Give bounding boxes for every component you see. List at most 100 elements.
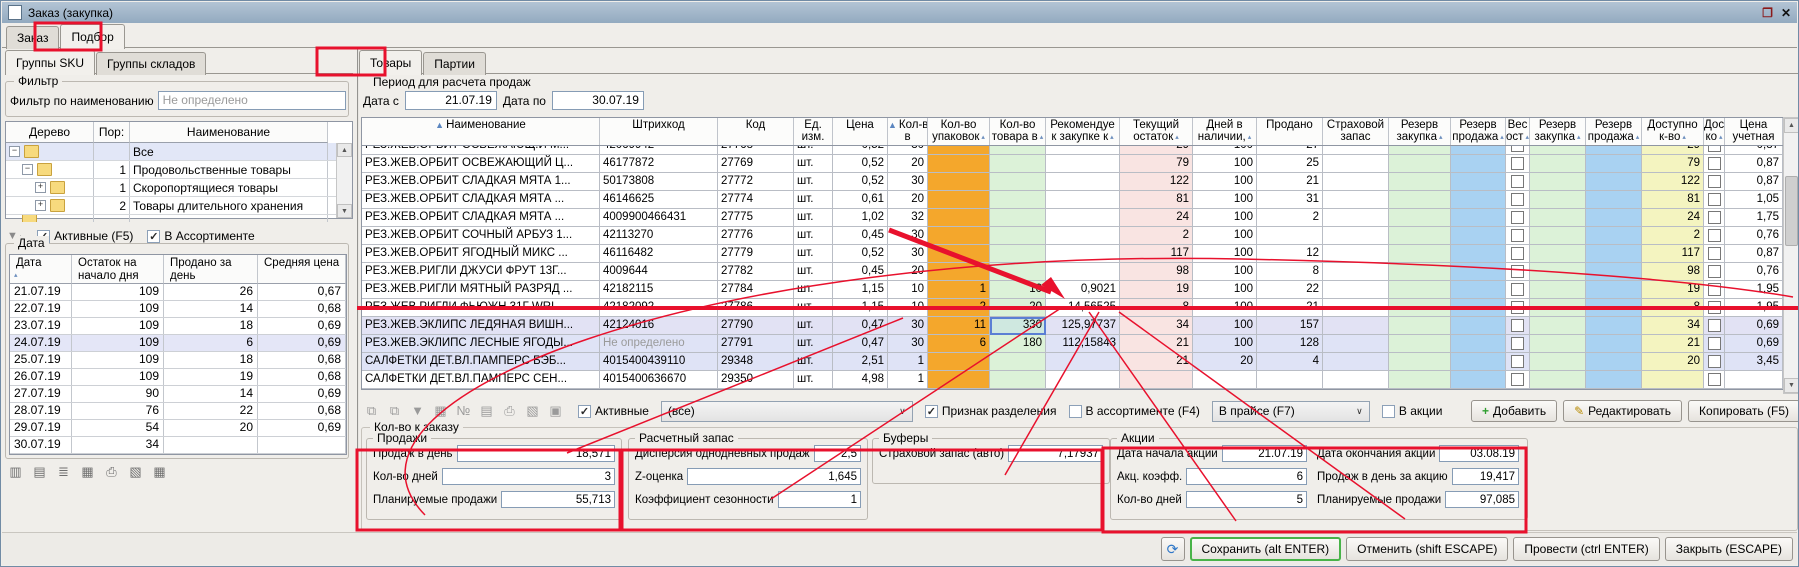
tab-Заказ[interactable]: Заказ (6, 26, 59, 49)
date-header-cell[interactable]: Остаток наначало дня (72, 255, 164, 284)
goods-header-cell[interactable]: Весост▴ (1506, 118, 1530, 145)
active-checkbox[interactable]: ✓Активные (578, 404, 649, 418)
collapse-icon[interactable]: − (9, 146, 20, 157)
date-row[interactable]: 25.07.19109180,68 (10, 352, 346, 369)
goods-header-cell[interactable]: ▲Кол-вв (888, 118, 928, 145)
date-row[interactable]: 26.07.19109190,68 (10, 369, 346, 386)
filter-icon[interactable]: ▼ (407, 402, 428, 421)
field-input[interactable]: 7,17937 (1008, 445, 1103, 462)
checkbox-icon[interactable] (1511, 355, 1524, 368)
restore-icon[interactable]: ❐ (1762, 7, 1773, 19)
tree-header-cell[interactable]: Дерево (6, 122, 94, 143)
field-input[interactable]: 19,417 (1452, 468, 1519, 485)
checkbox-icon[interactable] (1511, 283, 1524, 296)
checkbox-icon[interactable] (1511, 146, 1524, 152)
refresh-button[interactable]: ⟳ (1161, 537, 1185, 561)
field-input[interactable]: 2,5 (814, 445, 861, 462)
goods-header-cell[interactable]: Резервпродажа▴ (1451, 118, 1506, 145)
footer-button[interactable]: Закрыть (ESCAPE) (1665, 537, 1793, 561)
checkbox-icon[interactable]: ✓ (925, 405, 938, 418)
checkbox-icon[interactable] (1708, 301, 1721, 314)
goods-row[interactable]: РЕЗ.ЖЕВ.ОРБИТ ЯГОДНЫЙ МИКС ...4611648227… (362, 245, 1783, 263)
tab-Подбор[interactable]: Подбор (60, 24, 124, 49)
field-input[interactable]: 97,085 (1445, 491, 1519, 508)
goods-row[interactable]: РЕЗ.ЖЕВ.ОРБИТ СОЧНЫЙ АРБУЗ 1...421132702… (362, 227, 1783, 245)
tree-header-cell[interactable]: Пор: (94, 122, 130, 143)
split-flag-checkbox[interactable]: ✓Признак разделения (925, 404, 1057, 418)
goods-header-cell[interactable]: Ценаучетная (1725, 118, 1783, 145)
checkbox-icon[interactable] (1708, 373, 1721, 386)
date-row[interactable]: 22.07.19109140,68 (10, 301, 346, 318)
tree-filter-checkbox[interactable]: ✓В Ассортименте (147, 229, 254, 243)
copy-to-order-icon[interactable]: ⧉ (361, 402, 382, 421)
scroll-up-icon[interactable]: ▲ (337, 143, 352, 157)
goods-header-cell[interactable]: Доступнок-во▴ (1642, 118, 1704, 145)
checkbox-icon[interactable] (1069, 405, 1082, 418)
columns-icon[interactable]: ▦ (430, 402, 451, 421)
goods-header-cell[interactable]: Кол-воупаковок▴ (928, 118, 990, 145)
goods-header-cell[interactable]: Ед.изм. (794, 118, 833, 145)
filter-by-name-input[interactable]: Не определено (158, 91, 346, 110)
expand-icon[interactable]: + (35, 182, 46, 193)
goods-header-cell[interactable]: Страховойзапас (1323, 118, 1389, 145)
checkbox-icon[interactable] (1382, 405, 1395, 418)
checkbox-icon[interactable] (1511, 157, 1524, 170)
scroll-down-icon[interactable]: ▼ (1784, 378, 1799, 393)
goods-table-scrollbar[interactable]: ▲ ▼ (1783, 117, 1799, 394)
columns-icon[interactable]: ▦ (77, 463, 98, 482)
tree-header-cell[interactable]: Наименование (130, 122, 328, 143)
checkbox-icon[interactable] (1708, 175, 1721, 188)
sum-icon[interactable]: ▤ (476, 402, 497, 421)
goods-row[interactable]: РЕЗ.ЖЕВ.ОРБИТ ОСВЕЖАЮЩ.Й М...42069942277… (362, 146, 1783, 155)
field-input[interactable]: 03.08.19 (1439, 445, 1519, 462)
goods-header-cell[interactable]: Текущийостаток▴ (1120, 118, 1193, 145)
goods-row[interactable]: РЕЗ.ЖЕВ.ОРБИТ СЛАДКАЯ МЯТА ...4614662527… (362, 191, 1783, 209)
goods-row[interactable]: САЛФЕТКИ ДЕТ.ВЛ.ПАМПЕРС БЭБ...4015400439… (362, 353, 1783, 371)
in-assortment-checkbox[interactable]: В ассортименте (F4) (1069, 404, 1200, 418)
checkbox-icon[interactable] (1511, 229, 1524, 242)
goods-row[interactable]: РЕЗ.ЖЕВ.РИГЛИ ФЬЮЖН 31Г WRI...4218209227… (362, 299, 1783, 317)
checkbox-icon[interactable]: ✓ (147, 230, 160, 243)
tab-Группы SKU[interactable]: Группы SKU (5, 50, 95, 75)
checkbox-icon[interactable] (1511, 211, 1524, 224)
checkbox-icon[interactable] (1708, 337, 1721, 350)
scroll-down-icon[interactable]: ▼ (337, 204, 352, 218)
numbering-icon[interactable]: № (453, 402, 474, 421)
checkbox-icon[interactable] (1708, 247, 1721, 260)
tree-row[interactable]: −1Продовольственные товары (6, 161, 352, 179)
tab-Группы складов[interactable]: Группы складов (96, 52, 206, 75)
goods-header-cell[interactable]: Дней вналичии,▴ (1193, 118, 1257, 145)
tree-row[interactable]: +1Скоропортящиеся товары (6, 179, 352, 197)
tab-Товары[interactable]: Товары (359, 50, 422, 75)
grid-icon[interactable]: ▦ (149, 463, 170, 482)
goods-row[interactable]: РЕЗ.ЖЕВ.ЭКЛИПС ЛЕДЯНАЯ ВИШН...4212401627… (362, 317, 1783, 335)
checkbox-icon[interactable] (1511, 175, 1524, 188)
footer-button[interactable]: Сохранить (alt ENTER) (1190, 537, 1342, 561)
field-input[interactable]: 5 (1186, 491, 1307, 508)
date-row[interactable]: 30.07.1934 (10, 437, 346, 454)
add-button[interactable]: +Добавить (1471, 400, 1557, 422)
grid-settings-icon[interactable]: ▣ (545, 402, 566, 421)
checkbox-icon[interactable] (1708, 157, 1721, 170)
goods-header-cell[interactable]: ▲Наименование (362, 118, 600, 145)
excel-export-icon[interactable]: ▧ (125, 463, 146, 482)
checkbox-icon[interactable] (1708, 146, 1721, 152)
scroll-up-icon[interactable]: ▲ (1784, 118, 1799, 133)
collapse-icon[interactable]: − (22, 164, 33, 175)
field-input[interactable]: 1 (778, 491, 862, 508)
date-row[interactable]: 21.07.19109260,67 (10, 284, 346, 301)
tab-Партии[interactable]: Партии (423, 52, 486, 75)
copy-button[interactable]: Копировать (F5) (1688, 400, 1799, 422)
date-row[interactable]: 29.07.1954200,69 (10, 420, 346, 437)
print-icon[interactable]: ⎙ (101, 463, 122, 482)
checkbox-icon[interactable] (1511, 337, 1524, 350)
field-input[interactable]: 55,713 (501, 491, 615, 508)
tree-row[interactable] (6, 215, 352, 222)
goods-row[interactable]: РЕЗ.ЖЕВ.ЭКЛИПС ЛЕСНЫЕ ЯГОДЫ...Не определ… (362, 335, 1783, 353)
goods-header-cell[interactable]: Код (718, 118, 794, 145)
goods-row[interactable]: РЕЗ.ЖЕВ.РИГЛИ МЯТНЫЙ РАЗРЯД ...421821152… (362, 281, 1783, 299)
goods-header-cell[interactable]: Рекомендуек закупке к▴ (1046, 118, 1120, 145)
date-header-cell[interactable]: Дата▴ (10, 255, 72, 284)
close-icon[interactable]: ✕ (1781, 7, 1791, 19)
checkbox-icon[interactable] (1708, 193, 1721, 206)
